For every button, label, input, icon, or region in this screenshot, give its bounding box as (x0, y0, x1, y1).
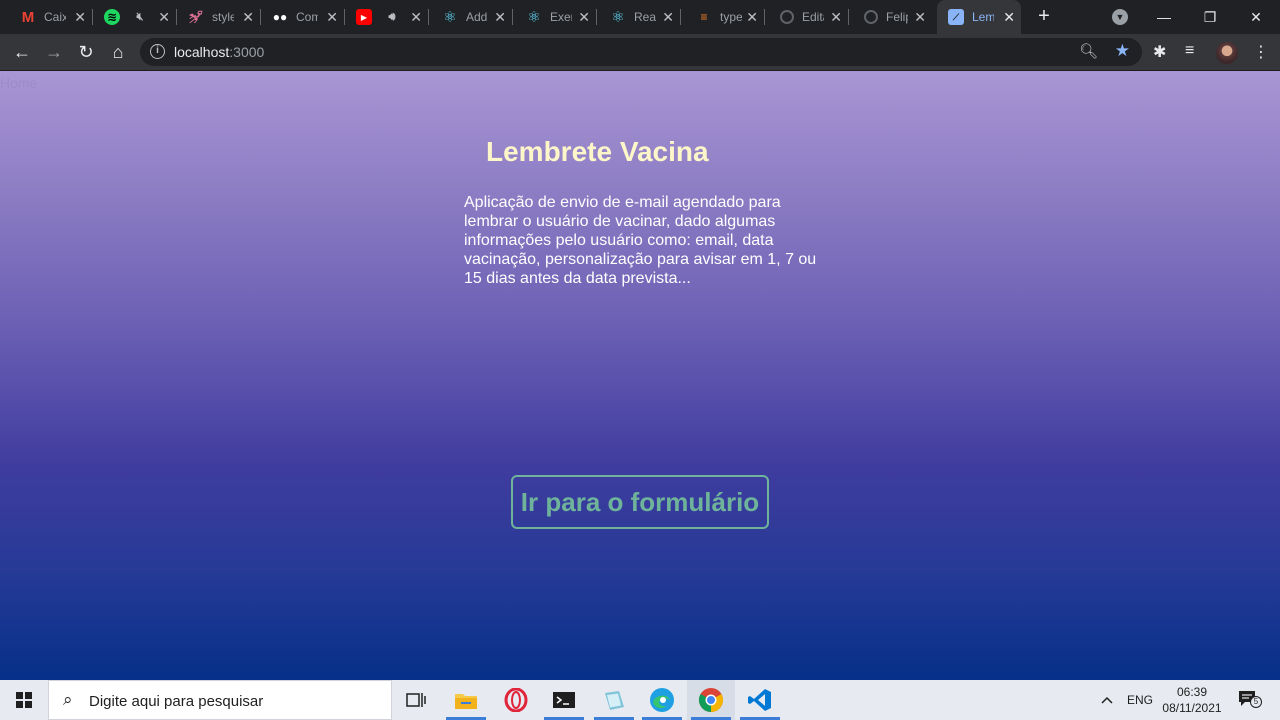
tab-github-editar[interactable]: Editar ✕ (768, 0, 849, 34)
close-tab-icon[interactable]: ✕ (158, 9, 170, 26)
tab-medium[interactable]: ●● Como ✕ (264, 0, 345, 34)
styled-components-icon: 💅︎ (188, 10, 204, 24)
tab-spotify[interactable]: ≋ 🔇︎ ✕ (96, 0, 177, 34)
close-tab-icon[interactable]: ✕ (74, 9, 86, 26)
spotify-icon: ≋ (104, 9, 120, 25)
muted-icon[interactable]: 🔇︎ (132, 9, 148, 25)
youtube-icon: ▶ (356, 9, 372, 25)
react-icon: ⚛ (611, 9, 625, 26)
notification-count-badge: 5 (1250, 696, 1262, 708)
search-placeholder: Digite aqui para pesquisar (89, 693, 264, 710)
browser-toolbar: ← → ↻ ⌂ i localhost:3000 🔍︎ ★ ✱ ≡ ⋮ (0, 34, 1280, 71)
clock-time: 06:39 (1176, 685, 1208, 699)
address-bar[interactable]: i localhost:3000 🔍︎ ★ (140, 38, 1142, 66)
page-viewport: Home Lembrete Vacina Aplicação de envio … (0, 71, 1280, 680)
close-tab-icon[interactable]: ✕ (578, 9, 590, 26)
close-tab-icon[interactable]: ✕ (1003, 9, 1015, 26)
minimize-icon[interactable]: — (1141, 0, 1187, 34)
page-title: Lembrete Vacina (486, 136, 709, 167)
file-explorer-icon[interactable] (442, 680, 490, 720)
home-link[interactable]: Home (0, 75, 37, 91)
tab-lembrete-vacina[interactable]: ⟋ Lembrete Vacina ✕ (937, 0, 1021, 34)
medium-icon: ●● (272, 10, 288, 24)
new-tab-plus-icon[interactable]: + (1033, 6, 1055, 28)
terminal-icon[interactable] (540, 680, 588, 720)
search-icon: ⌕ (63, 690, 73, 709)
profile-avatar[interactable] (1216, 42, 1238, 64)
edge-icon[interactable] (638, 680, 686, 720)
windows-taskbar: ⌕ Digite aqui para pesquisar ENG 06:39 0… (0, 680, 1280, 720)
audio-playing-icon[interactable]: 🔊︎ (384, 9, 400, 25)
stackoverflow-icon: ≡ (700, 10, 708, 24)
bookmark-star-icon[interactable]: ★ (1115, 41, 1130, 61)
tab-react-exemplo[interactable]: ⚛ Exemplo ✕ (516, 0, 597, 34)
tab-react[interactable]: ⚛ React ✕ (600, 0, 681, 34)
close-tab-icon[interactable]: ✕ (410, 9, 422, 26)
gmail-icon: M (21, 8, 35, 26)
tab-search-chevron-icon[interactable]: ▼ (1112, 9, 1128, 25)
close-tab-icon[interactable]: ✕ (746, 9, 758, 26)
opera-icon[interactable] (492, 680, 540, 720)
reload-icon[interactable]: ↻ (73, 39, 99, 65)
extensions-puzzle-icon[interactable]: ✱ (1153, 42, 1166, 62)
notes-app-icon[interactable] (590, 680, 638, 720)
tab-strip: M Caixa ✕ ≋ 🔇︎ ✕ 💅︎ styled-components ✕ … (0, 0, 1280, 34)
tab-react-add[interactable]: ⚛ Add ✕ (432, 0, 513, 34)
github-icon (864, 10, 878, 24)
taskbar-search-box[interactable]: ⌕ Digite aqui para pesquisar (48, 680, 392, 720)
url-text[interactable]: localhost:3000 (174, 44, 264, 60)
close-window-icon[interactable]: ✕ (1233, 0, 1279, 34)
clock-date: 08/11/2021 (1162, 701, 1222, 715)
app-description: Aplicação de envio de e-mail agendado pa… (464, 194, 817, 287)
tab-gmail[interactable]: M Caixa ✕ (12, 0, 93, 34)
tab-github-felipe[interactable]: Felipe ✕ (852, 0, 932, 34)
start-button[interactable] (0, 680, 48, 720)
tab-youtube[interactable]: ▶ 🔊︎ ✕ (348, 0, 429, 34)
task-view-icon[interactable] (392, 680, 440, 720)
vscode-icon[interactable] (736, 680, 784, 720)
tab-styled-components[interactable]: 💅︎ styled-components ✕ (180, 0, 261, 34)
media-control-icon[interactable]: ≡ (1185, 42, 1194, 60)
close-tab-icon[interactable]: ✕ (326, 9, 338, 26)
forward-arrow-icon[interactable]: → (41, 39, 67, 65)
show-hidden-icons-chevron[interactable] (1100, 680, 1114, 720)
close-tab-icon[interactable]: ✕ (830, 9, 842, 26)
close-tab-icon[interactable]: ✕ (662, 9, 674, 26)
back-arrow-icon[interactable]: ← (9, 39, 35, 65)
home-icon[interactable]: ⌂ (105, 39, 131, 65)
menu-dots-icon[interactable]: ⋮ (1253, 42, 1269, 62)
restore-icon[interactable]: ❐ (1187, 0, 1233, 34)
language-indicator[interactable]: ENG (1127, 680, 1153, 720)
site-info-icon[interactable]: i (150, 44, 165, 59)
taskbar-clock[interactable]: 06:39 08/11/2021 (1160, 684, 1224, 716)
go-to-form-button[interactable]: Ir para o formulário (511, 475, 769, 529)
close-tab-icon[interactable]: ✕ (914, 9, 926, 26)
notification-center-icon[interactable]: 5 (1238, 690, 1262, 708)
react-app-icon: ⟋ (948, 9, 964, 25)
chrome-icon[interactable] (687, 680, 735, 720)
github-icon (780, 10, 794, 24)
react-icon: ⚛ (527, 9, 541, 26)
windows-logo-icon (16, 692, 32, 708)
react-icon: ⚛ (443, 9, 457, 26)
close-tab-icon[interactable]: ✕ (242, 9, 254, 26)
zoom-icon[interactable]: 🔍︎ (1079, 42, 1098, 60)
tab-stackoverflow[interactable]: ≡ typescript ✕ (684, 0, 765, 34)
close-tab-icon[interactable]: ✕ (494, 9, 506, 26)
